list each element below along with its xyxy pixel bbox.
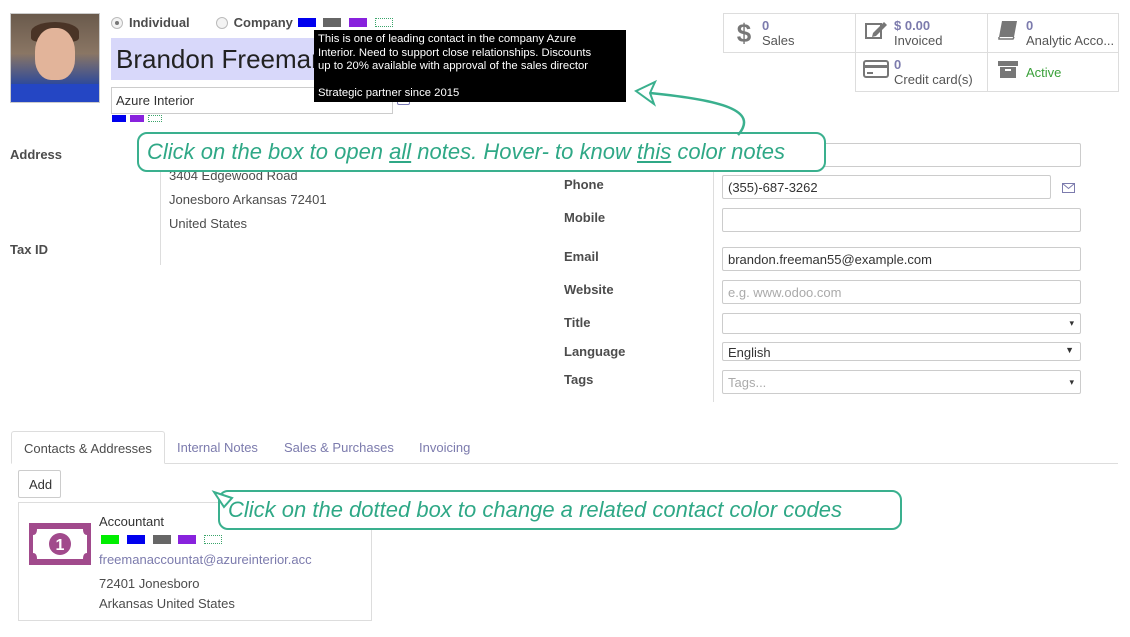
callout-arrows [211,79,746,509]
